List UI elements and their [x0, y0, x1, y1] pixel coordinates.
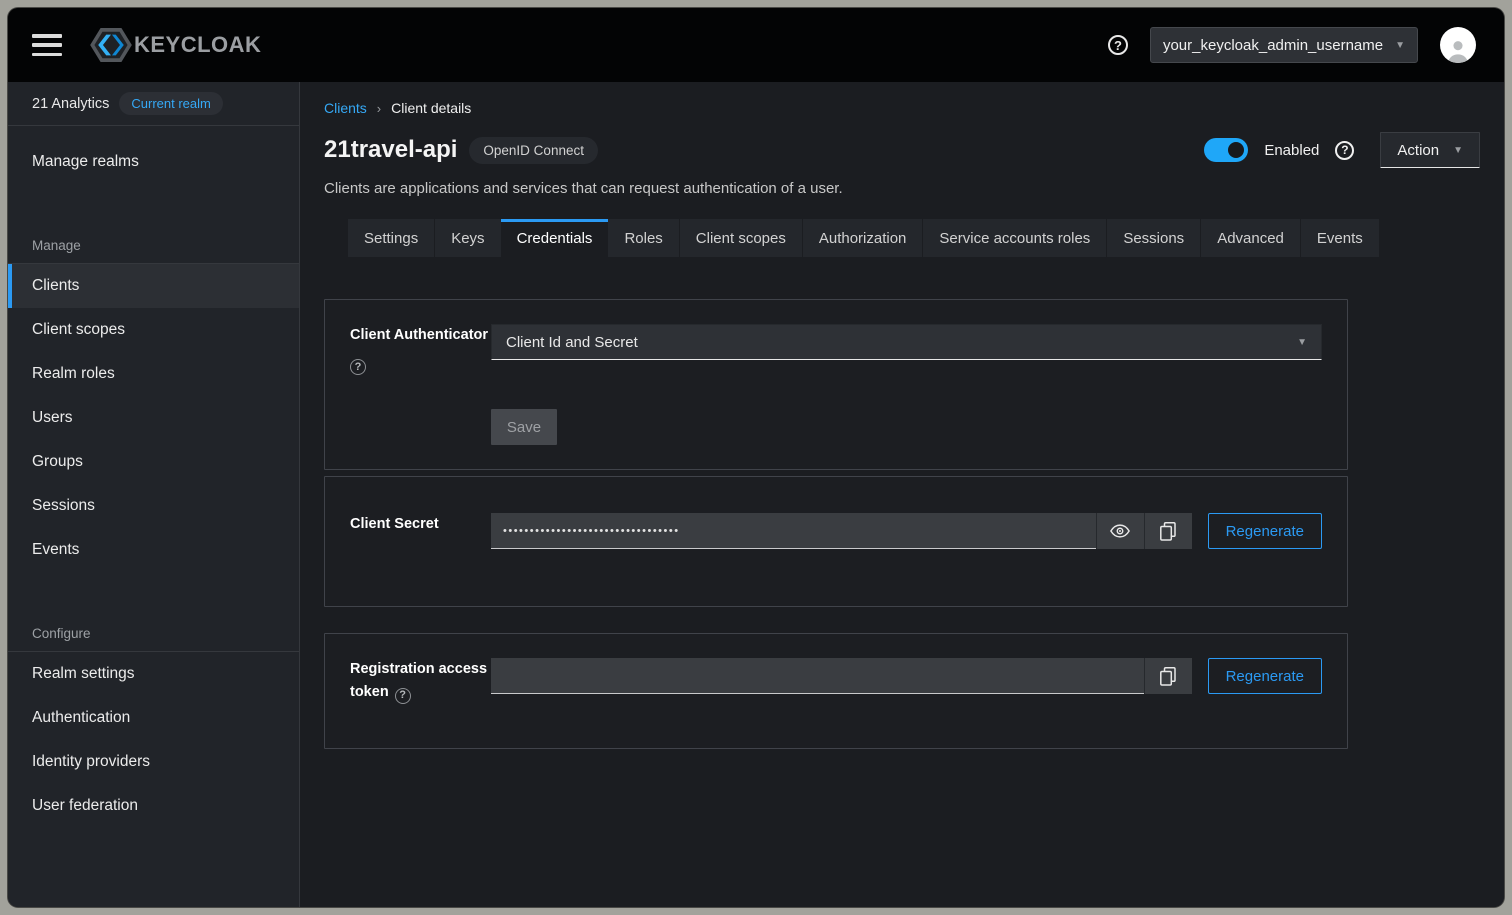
- sidebar-item-realm-settings[interactable]: Realm settings: [8, 652, 299, 696]
- help-icon[interactable]: ?: [1108, 35, 1128, 55]
- regenerate-secret-button[interactable]: Regenerate: [1208, 513, 1322, 549]
- tab-authorization[interactable]: Authorization: [802, 219, 923, 257]
- realm-name: 21 Analytics: [32, 96, 109, 112]
- client-secret-input[interactable]: [491, 513, 1096, 549]
- client-authenticator-value: Client Id and Secret: [506, 334, 638, 351]
- tab-keys[interactable]: Keys: [434, 219, 500, 257]
- tab-client-scopes[interactable]: Client scopes: [679, 219, 802, 257]
- client-authenticator-help-icon[interactable]: ?: [350, 359, 366, 375]
- regenerate-token-button[interactable]: Regenerate: [1208, 658, 1322, 694]
- sidebar-item-manage-realms[interactable]: Manage realms: [8, 140, 299, 184]
- tab-advanced[interactable]: Advanced: [1200, 219, 1300, 257]
- eye-icon: [1110, 524, 1130, 538]
- chevron-down-icon: ▼: [1453, 145, 1463, 156]
- client-authenticator-select[interactable]: Client Id and Secret ▼: [491, 324, 1322, 360]
- current-realm-badge: Current realm: [119, 92, 222, 115]
- sidebar-item-authentication[interactable]: Authentication: [8, 696, 299, 740]
- action-dropdown-button[interactable]: Action ▼: [1380, 132, 1480, 168]
- registration-token-label: Registration access token?: [350, 658, 491, 704]
- copy-secret-button[interactable]: [1144, 513, 1192, 549]
- sidebar-item-client-scopes[interactable]: Client scopes: [8, 308, 299, 352]
- copy-icon: [1160, 522, 1176, 541]
- keycloak-logo-icon: [90, 27, 132, 63]
- masthead: KEYCLOAK ? your_keycloak_admin_username …: [8, 8, 1504, 82]
- tab-events[interactable]: Events: [1300, 219, 1379, 257]
- page-description: Clients are applications and services th…: [324, 180, 1480, 197]
- person-icon: [1445, 37, 1471, 63]
- keycloak-logo: KEYCLOAK: [90, 27, 261, 63]
- save-button[interactable]: Save: [491, 409, 557, 445]
- enabled-help-icon[interactable]: ?: [1335, 141, 1354, 160]
- copy-token-button[interactable]: [1144, 658, 1192, 694]
- app-window: KEYCLOAK ? your_keycloak_admin_username …: [8, 8, 1504, 907]
- sidebar: 21 Analytics Current realm Manage realms…: [8, 82, 300, 907]
- registration-token-card: Registration access token?: [324, 633, 1348, 749]
- tab-service-accounts-roles[interactable]: Service accounts roles: [922, 219, 1106, 257]
- chevron-down-icon: ▼: [1297, 337, 1307, 348]
- breadcrumb-current: Client details: [391, 100, 471, 116]
- enabled-toggle[interactable]: [1204, 138, 1248, 162]
- sidebar-item-user-federation[interactable]: User federation: [8, 784, 299, 828]
- realm-selector[interactable]: 21 Analytics Current realm: [8, 82, 299, 126]
- show-secret-button[interactable]: [1096, 513, 1144, 549]
- sidebar-item-realm-roles[interactable]: Realm roles: [8, 352, 299, 396]
- client-secret-card: Client Secret: [324, 476, 1348, 607]
- menu-icon[interactable]: [32, 34, 62, 56]
- client-authenticator-label: Client Authenticator: [350, 324, 491, 347]
- tab-bar: Settings Keys Credentials Roles Client s…: [348, 219, 1480, 257]
- credentials-panel: Client Authenticator ? Client Id and Sec…: [300, 257, 1504, 907]
- sidebar-item-clients[interactable]: Clients: [8, 264, 299, 308]
- avatar[interactable]: [1440, 27, 1476, 63]
- sidebar-item-sessions[interactable]: Sessions: [8, 484, 299, 528]
- sidebar-section-configure: Configure: [8, 606, 299, 651]
- breadcrumb: Clients › Client details: [324, 100, 1480, 116]
- tab-settings[interactable]: Settings: [348, 219, 434, 257]
- client-authenticator-card: Client Authenticator ? Client Id and Sec…: [324, 299, 1348, 470]
- breadcrumb-clients-link[interactable]: Clients: [324, 100, 367, 116]
- sidebar-item-identity-providers[interactable]: Identity providers: [8, 740, 299, 784]
- page-title: 21travel-api: [324, 136, 457, 164]
- username-label: your_keycloak_admin_username: [1163, 37, 1383, 54]
- main-content: Clients › Client details 21travel-api Op…: [300, 82, 1504, 907]
- copy-icon: [1160, 667, 1176, 686]
- chevron-down-icon: ▼: [1395, 40, 1405, 51]
- registration-token-help-icon[interactable]: ?: [395, 688, 411, 704]
- tab-roles[interactable]: Roles: [608, 219, 678, 257]
- sidebar-item-users[interactable]: Users: [8, 396, 299, 440]
- brand-text: KEYCLOAK: [134, 32, 261, 58]
- client-secret-label: Client Secret: [350, 513, 491, 536]
- sidebar-item-groups[interactable]: Groups: [8, 440, 299, 484]
- sidebar-section-manage: Manage: [8, 218, 299, 263]
- user-menu-dropdown[interactable]: your_keycloak_admin_username ▼: [1150, 27, 1418, 63]
- tab-credentials[interactable]: Credentials: [501, 219, 609, 257]
- tab-sessions[interactable]: Sessions: [1106, 219, 1200, 257]
- enabled-label: Enabled: [1264, 142, 1319, 159]
- sidebar-item-events[interactable]: Events: [8, 528, 299, 572]
- chevron-right-icon: ›: [377, 101, 381, 116]
- registration-token-input[interactable]: [491, 658, 1144, 694]
- action-label: Action: [1397, 142, 1439, 159]
- protocol-badge: OpenID Connect: [469, 137, 598, 164]
